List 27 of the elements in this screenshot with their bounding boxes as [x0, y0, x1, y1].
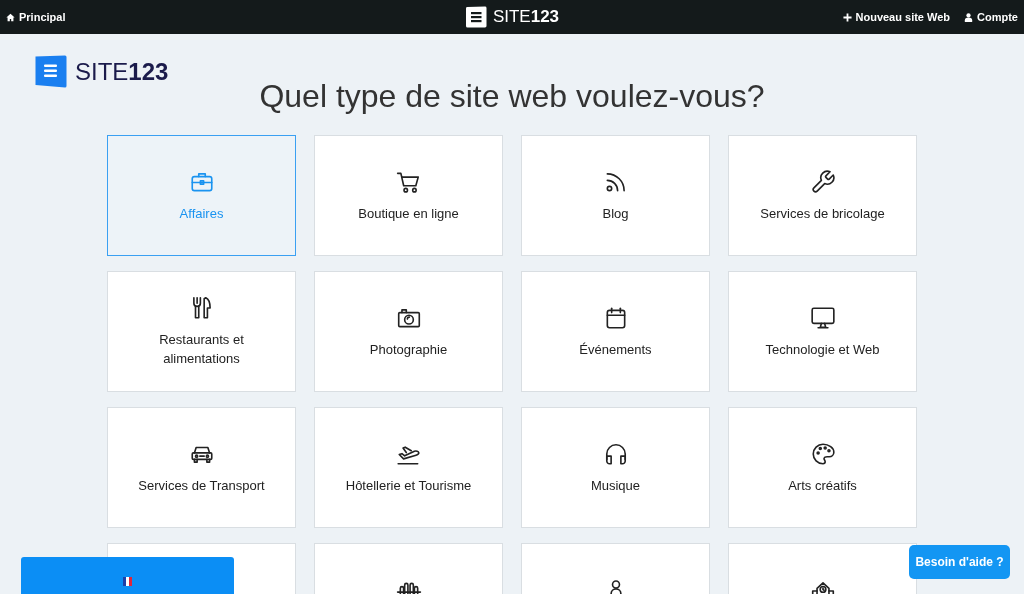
site-type-card[interactable]: Photographie — [314, 271, 503, 392]
site-type-card[interactable]: Arts créatifs — [728, 407, 917, 528]
site-type-card[interactable]: Événements — [521, 271, 710, 392]
home-icon — [6, 12, 15, 22]
account-link[interactable]: Compte — [964, 11, 1018, 23]
site-type-card[interactable]: Musique — [521, 407, 710, 528]
site-type-card[interactable]: Technologie et Web — [728, 271, 917, 392]
palette-icon — [809, 440, 836, 467]
site-type-card[interactable]: Services de bricolage — [728, 135, 917, 256]
site-logo[interactable]: SITE123 — [35, 55, 169, 88]
user-icon — [964, 12, 974, 22]
wrench-icon — [809, 168, 836, 195]
site-type-card[interactable]: Restaurants et alimentations — [107, 271, 296, 392]
page-heading: Quel type de site web voulez-vous? — [259, 77, 765, 116]
home-link[interactable]: Principal — [6, 11, 66, 23]
site-type-card[interactable]: Blog — [521, 135, 710, 256]
site-type-card[interactable]: Hôtellerie et Tourisme — [314, 407, 503, 528]
site-type-card[interactable]: Services de Transport — [107, 407, 296, 528]
flag-icon — [123, 577, 132, 586]
monitor-icon — [809, 304, 836, 331]
site-logo[interactable]: SITE123 — [464, 6, 560, 28]
site-type-card[interactable]: Boutique en ligne — [314, 135, 503, 256]
new-site-link[interactable]: Nouveau site Web — [842, 11, 951, 23]
logo-icon — [464, 6, 487, 28]
language-popup[interactable] — [21, 557, 234, 594]
logo-icon — [35, 55, 67, 88]
plus-icon — [842, 12, 852, 22]
